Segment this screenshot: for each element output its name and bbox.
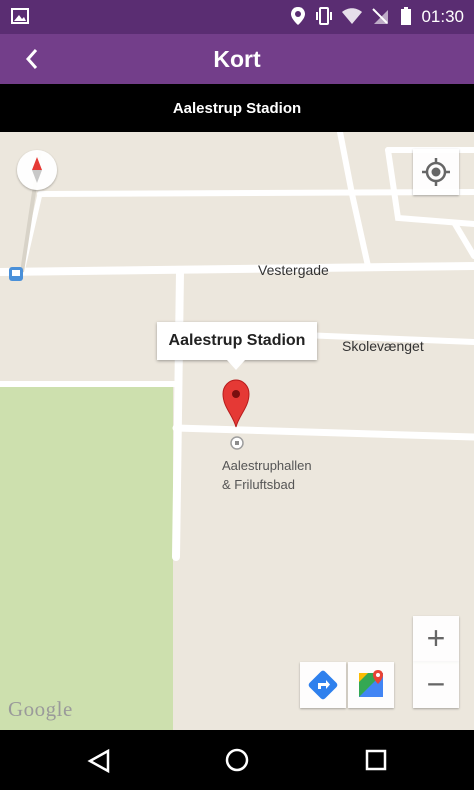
road-east-1 <box>337 132 371 269</box>
compass-icon <box>32 157 42 183</box>
bus-stop-icon[interactable] <box>8 266 24 282</box>
image-icon <box>11 8 29 24</box>
open-in-maps-button[interactable] <box>348 662 394 708</box>
vibrate-icon <box>316 7 332 25</box>
zoom-in-button[interactable]: + <box>413 616 459 662</box>
poi-label-line2: & Friluftsbad <box>222 477 295 492</box>
poi-label-line1: Aalestruphallen <box>222 458 312 473</box>
zoom-out-button[interactable]: − <box>413 662 459 708</box>
status-time: 01:30 <box>421 7 464 26</box>
page-title: Kort <box>213 46 261 72</box>
info-window-tail <box>227 360 245 370</box>
map-canvas <box>0 132 474 730</box>
status-bar: 01:30 <box>0 0 474 34</box>
app-bar: Kort <box>0 34 474 84</box>
google-watermark: Google <box>8 697 73 721</box>
system-nav-bar <box>0 730 474 790</box>
battery-icon <box>401 7 411 25</box>
road-vestergade <box>0 262 474 276</box>
location-header: Aalestrup Stadion <box>0 84 474 132</box>
directions-icon <box>308 670 338 700</box>
road-main-south <box>172 268 184 561</box>
road-east-4 <box>452 221 474 259</box>
compass-button[interactable] <box>17 150 57 190</box>
my-location-button[interactable] <box>413 149 459 195</box>
poi-icon[interactable] <box>230 436 244 450</box>
wifi-icon <box>342 8 362 24</box>
road-north <box>37 189 474 197</box>
directions-button[interactable] <box>300 662 346 708</box>
location-icon <box>291 7 305 25</box>
location-title: Aalestrup Stadion <box>172 100 302 117</box>
no-sim-icon <box>372 8 388 24</box>
marker-info-window[interactable]: Aalestrup Stadion <box>157 322 317 370</box>
road-stadion <box>172 424 474 441</box>
map-marker-icon[interactable] <box>221 379 251 429</box>
info-window-title: Aalestrup Stadion <box>168 332 306 349</box>
street-label-vestergade: Vestergade <box>258 262 329 278</box>
back-triangle-icon[interactable] <box>86 748 112 774</box>
crosshair-icon <box>422 158 450 186</box>
park-area <box>0 387 173 730</box>
home-circle-icon[interactable] <box>224 747 250 773</box>
recents-square-icon[interactable] <box>364 748 388 772</box>
google-maps-icon <box>359 670 383 697</box>
street-label-skolevaenget: Skolevænget <box>342 338 424 354</box>
map-view[interactable]: Vestergade Skolevænget Aalestruphallen &… <box>0 132 474 730</box>
